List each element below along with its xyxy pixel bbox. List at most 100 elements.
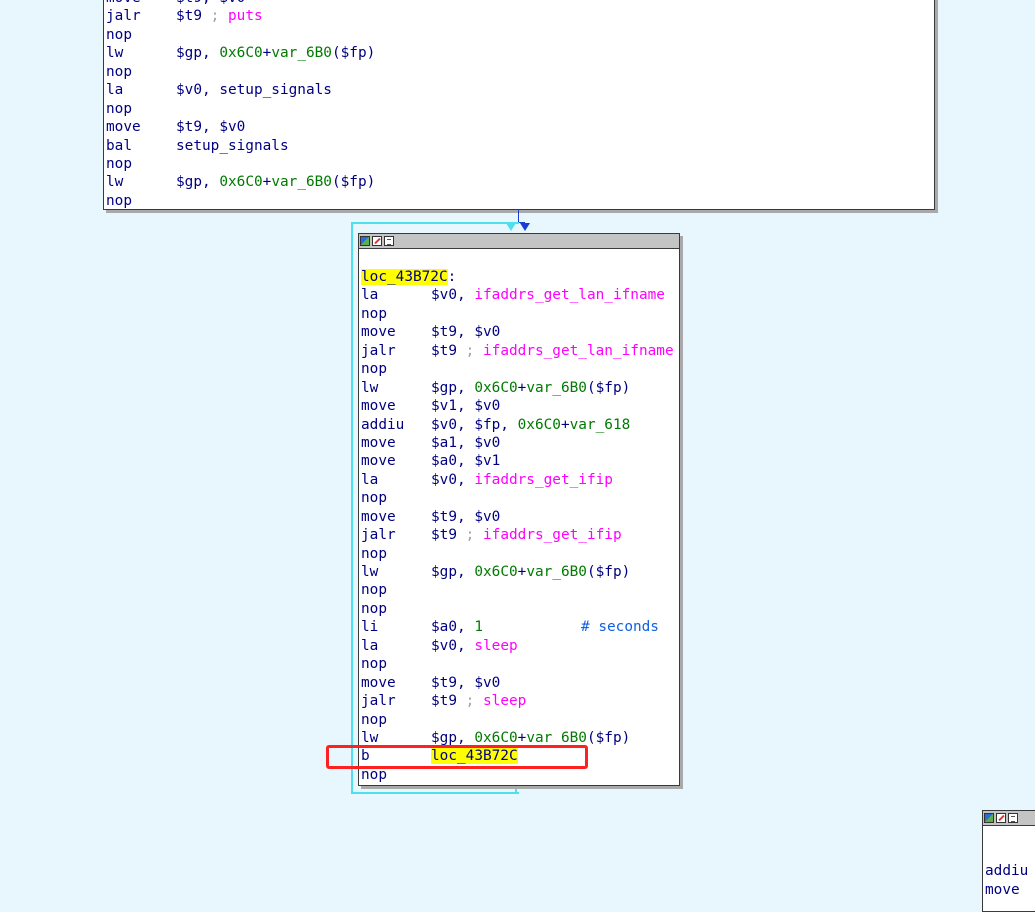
instruction-operands: $t9, $v0 [431, 508, 501, 525]
code-line[interactable]: nop [106, 155, 934, 173]
code-line[interactable]: jalr $t9 ; ifaddrs_get_lan_ifname [361, 342, 679, 360]
code-line[interactable]: lw $gp, 0x6C0+var_6B0($fp) [361, 379, 679, 397]
code-line[interactable]: jalr $t9 ; puts [106, 7, 934, 25]
comment-separator: ; [457, 693, 483, 710]
operand-tail: ($fp) [586, 379, 631, 396]
code-line[interactable]: nop [361, 711, 679, 729]
code-line[interactable]: move$t9, $v0 [106, 118, 934, 136]
instruction-mnemonic: addiu [361, 416, 405, 433]
instruction-mnemonic: nop [361, 600, 387, 617]
list-icon[interactable] [384, 236, 394, 246]
code-line[interactable]: lw $gp, 0x6C0+var_6B0($fp) [361, 563, 679, 581]
code-line[interactable]: nop [361, 581, 679, 599]
instruction-mnemonic: nop [106, 100, 132, 117]
code-line[interactable]: nop [106, 100, 934, 118]
code-line[interactable]: nop [106, 63, 934, 81]
code-line[interactable]: jalr $t9 ; ifaddrs_get_ifip [361, 526, 679, 544]
instruction-mnemonic: lw [106, 45, 124, 62]
code-line[interactable]: nop [361, 545, 679, 563]
code-line[interactable]: nop [106, 192, 934, 209]
code-line[interactable]: nop [361, 655, 679, 673]
comment-separator: ; [457, 342, 483, 359]
stack-variable: var_6B0 [271, 45, 332, 62]
code-line[interactable]: move $t9, $v0 [361, 508, 679, 526]
graph-icon[interactable] [984, 813, 994, 823]
graph-icon[interactable] [360, 236, 370, 246]
instruction-mnemonic: li [361, 619, 379, 636]
instruction-mnemonic: move [361, 324, 396, 341]
code-line[interactable]: la $v0, setup_signals [106, 81, 934, 99]
function-reference: puts [228, 8, 263, 25]
code-line[interactable]: move$t9, $v0 [361, 674, 679, 692]
loop-back-edge-arrowhead [506, 223, 516, 231]
instruction-mnemonic: la [106, 82, 124, 99]
instruction-mnemonic: nop [106, 26, 132, 43]
instruction-mnemonic: la [361, 471, 379, 488]
code-line[interactable]: la $v0, ifaddrs_get_ifip [361, 471, 679, 489]
block-label[interactable]: loc_43B72C [361, 269, 448, 285]
code-line[interactable]: move $v1, $v0 [361, 397, 679, 415]
instruction-operands: $gp, [431, 564, 475, 580]
instruction-operands: $v0, $fp, [431, 416, 518, 433]
immediate-value: 0x6C0 [517, 416, 561, 433]
instruction-mnemonic: move [361, 398, 396, 415]
instruction-mnemonic: jalr [361, 527, 396, 544]
instruction-mnemonic: move [985, 881, 1020, 898]
block-titlebar[interactable] [359, 234, 679, 249]
code-line[interactable]: move $a1, $v0 [361, 434, 679, 452]
code-line[interactable]: move$t9, $v0 [106, 0, 934, 7]
right-code-block[interactable]: loc_43addiumove [982, 810, 1035, 912]
instruction-mnemonic: nop [106, 155, 132, 172]
instruction-mnemonic: nop [361, 656, 387, 673]
code-line[interactable]: nop [361, 489, 679, 507]
instruction-mnemonic: move [361, 434, 396, 451]
code-line[interactable]: move $t9, $v0 [361, 323, 679, 341]
code-line[interactable]: move [985, 881, 1035, 899]
code-line[interactable]: lw $gp, 0x6C0+var_6B0($fp) [106, 44, 934, 62]
instruction-operands: $gp, [176, 174, 220, 191]
right-block-titlebar[interactable] [983, 811, 1035, 826]
function-reference: ifaddrs_get_lan_ifname [483, 342, 674, 359]
code-line[interactable]: move $a0, $v1 [361, 452, 679, 470]
instruction-mnemonic: nop [106, 192, 132, 209]
stack-variable: var_6B0 [526, 379, 587, 396]
code-line[interactable]: bal setup_signals [106, 137, 934, 155]
instruction-operands: $gp, [176, 45, 220, 62]
instruction-mnemonic: jalr [361, 342, 396, 359]
list-icon[interactable] [1008, 813, 1018, 823]
instruction-mnemonic: lw [361, 379, 379, 396]
stack-variable: var_6B0 [526, 729, 587, 746]
code-line[interactable]: li $a0, 1 # seconds [361, 618, 679, 636]
instruction-mnemonic: nop [361, 361, 387, 378]
instruction-mnemonic: jalr [106, 8, 141, 25]
code-line[interactable]: nop [361, 600, 679, 618]
instruction-mnemonic: move [361, 508, 396, 525]
right-code-listing: loc_43addiumove [983, 826, 1035, 899]
code-line[interactable]: addiu [985, 862, 1035, 880]
immediate-value: 0x6C0 [474, 379, 518, 396]
instruction-operands: $a0, $v1 [431, 453, 501, 470]
code-line[interactable]: la $v0, ifaddrs_get_lan_ifname [361, 286, 679, 304]
top-code-block[interactable]: move$t9, $v0jalr$t9 ; putsnoplw$gp, 0x6C… [103, 0, 935, 210]
code-line[interactable]: la $v0, sleep [361, 637, 679, 655]
instruction-mnemonic: move [361, 674, 396, 691]
instruction-mnemonic: move [361, 453, 396, 470]
edit-icon[interactable] [996, 813, 1006, 823]
loop-code-block[interactable]: loc_43B72C: la $v0, ifaddrs_get_lan_ifnam… [358, 233, 680, 786]
comment-separator: ; [457, 527, 483, 544]
code-line[interactable]: nop [361, 305, 679, 323]
code-line[interactable]: nop [106, 26, 934, 44]
code-line[interactable]: addiu $v0, $fp, 0x6C0+var_618 [361, 416, 679, 434]
block-label-line: loc_43B72C: [361, 269, 457, 285]
instruction-operands: $t9, $v0 [431, 324, 501, 341]
code-line[interactable]: jalr $t9 ; sleep [361, 692, 679, 710]
edit-icon[interactable] [372, 236, 382, 246]
instruction-mnemonic: nop [361, 305, 387, 322]
operand-tail: ($fp) [586, 729, 631, 746]
code-line[interactable]: nop [361, 360, 679, 378]
instruction-mnemonic: nop [361, 711, 387, 728]
code-line[interactable]: loc_43 [985, 844, 1035, 862]
instruction-operands: $v0, [431, 287, 475, 304]
instruction-mnemonic: move [106, 0, 176, 7]
code-line[interactable]: lw $gp, 0x6C0+var_6B0($fp) [106, 173, 934, 191]
